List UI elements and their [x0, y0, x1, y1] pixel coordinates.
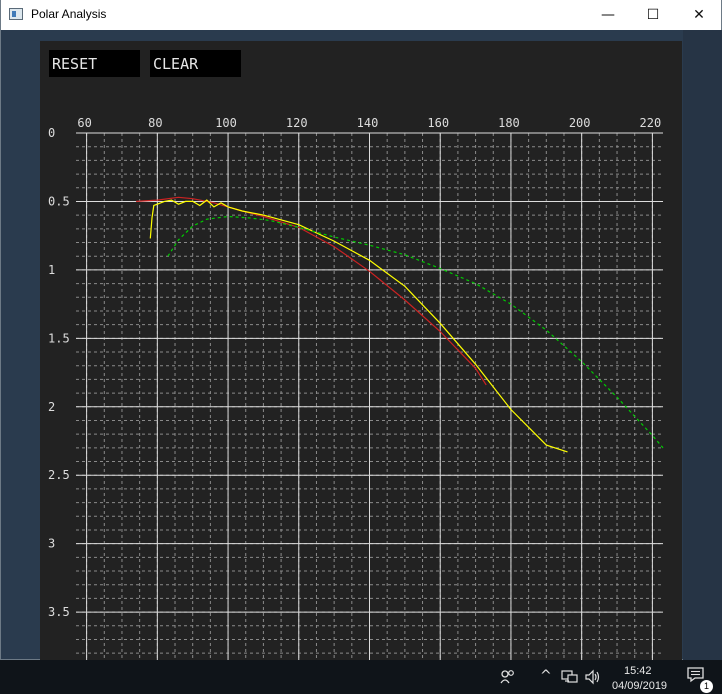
y-tick-label: 0.5	[48, 194, 70, 208]
clock-date[interactable]: 04/09/2019	[612, 680, 667, 692]
y-tick-label: 2.5	[48, 468, 70, 482]
data-series-line-3	[167, 215, 664, 449]
data-series-line-2	[149, 199, 568, 453]
y-tick-label: 1.5	[48, 331, 70, 345]
data-series-line-1	[136, 196, 487, 386]
notification-count: 1	[700, 680, 713, 693]
maximize-button[interactable]: ☐	[630, 0, 676, 30]
x-tick-label: 60	[77, 116, 91, 130]
x-tick-label: 100	[215, 116, 237, 130]
y-tick-label: 2	[48, 400, 55, 414]
x-tick-label: 220	[640, 116, 662, 130]
x-tick-label: 180	[498, 116, 520, 130]
taskbar: ^ 15:42 04/09/2019 1	[0, 660, 722, 694]
clear-button[interactable]: CLEAR	[150, 50, 241, 77]
network-icon[interactable]	[561, 669, 579, 689]
tray-chevron-icon[interactable]: ^	[540, 668, 552, 684]
y-tick-label: 1	[48, 263, 55, 277]
window-title: Polar Analysis	[31, 7, 107, 21]
right-margin	[683, 30, 722, 660]
volume-icon[interactable]	[584, 669, 602, 689]
minimize-button[interactable]: —	[585, 0, 631, 30]
x-tick-label: 200	[569, 116, 591, 130]
y-tick-label: 3	[48, 537, 55, 551]
clock-time[interactable]: 15:42	[624, 665, 652, 677]
x-tick-label: 140	[357, 116, 379, 130]
y-tick-label: 3.5	[48, 605, 70, 619]
y-tick-label: 0	[48, 126, 55, 140]
x-tick-label: 120	[286, 116, 308, 130]
polar-chart[interactable]: 60 80 100 120 140 160 180 200 220 0 0.5 1 1.5 2 2.5 3 3.…	[40, 110, 682, 660]
title-bar[interactable]: Polar Analysis — ☐ ✕	[1, 0, 721, 30]
close-button[interactable]: ✕	[676, 0, 722, 30]
x-tick-label: 80	[148, 116, 162, 130]
people-icon[interactable]	[500, 669, 516, 689]
reset-button[interactable]: RESET	[49, 50, 140, 77]
x-tick-label: 160	[427, 116, 449, 130]
app-icon	[9, 8, 23, 20]
